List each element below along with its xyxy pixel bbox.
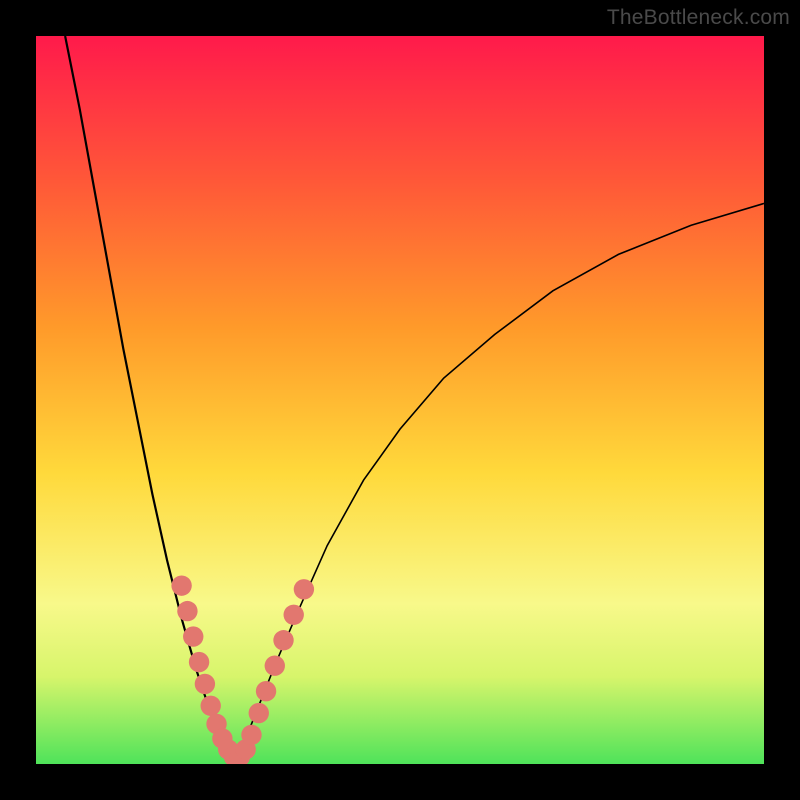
marker-dot [212,728,232,748]
marker-dot [249,703,269,723]
marker-dot [241,725,261,745]
marker-dot [284,605,304,625]
marker-dot [206,714,226,734]
marker-dot [195,674,215,694]
marker-dot [256,681,276,701]
marker-dot [218,739,238,759]
marker-dot [235,739,255,759]
chart-frame: TheBottleneck.com [0,0,800,800]
marker-dot [189,652,209,672]
curve-right-branch [233,203,764,764]
marker-dot [230,747,250,764]
marker-dot [294,579,314,599]
marker-dot [273,630,293,650]
plot-area [36,36,764,764]
marker-dot [201,696,221,716]
watermark-text: TheBottleneck.com [607,6,790,30]
marker-dot [177,601,197,621]
marker-dot [265,656,285,676]
curve-left-branch [65,36,232,764]
marker-dot [224,747,244,764]
chart-svg [36,36,764,764]
marker-dot [171,575,191,595]
marker-dot [183,626,203,646]
